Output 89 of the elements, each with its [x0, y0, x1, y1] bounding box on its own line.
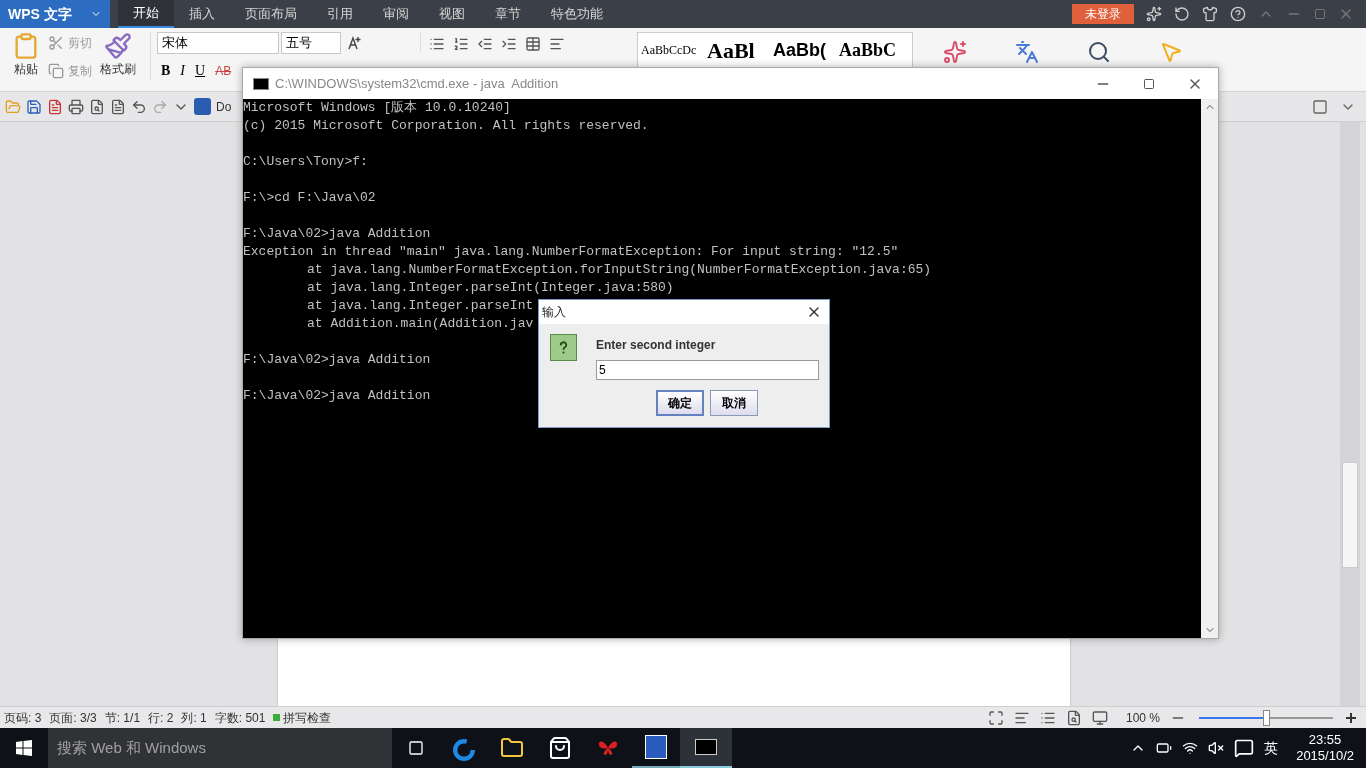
input-method[interactable]: 英 — [1264, 737, 1279, 759]
fullscreen-icon[interactable] — [987, 709, 1004, 726]
console-line: C:\Users\Tony>f: — [243, 153, 368, 171]
folder-icon[interactable] — [500, 736, 524, 760]
task-view-icon[interactable] — [406, 740, 426, 756]
prompt-label: Enter second integer — [596, 337, 717, 354]
history-icon[interactable] — [1174, 6, 1190, 22]
pdf-icon[interactable] — [47, 98, 63, 115]
ribbon-tab[interactable]: 审阅 — [368, 0, 424, 28]
ribbon-tab[interactable]: 章节 — [480, 0, 536, 28]
console-line: (c) 2015 Microsoft Corporation. All rights reserved. — [243, 117, 649, 135]
bold-button[interactable]: B — [161, 60, 171, 81]
undo-icon[interactable] — [131, 98, 147, 115]
dialog-button[interactable]: 取消 — [710, 390, 758, 416]
style-preview[interactable]: AaBl — [704, 33, 770, 67]
font-select[interactable]: 宋体 — [157, 32, 279, 54]
login-button[interactable]: 未登录 — [1072, 4, 1134, 24]
print-icon[interactable] — [68, 98, 84, 115]
style-preview[interactable]: AaBb( — [770, 36, 836, 64]
status-item: 页码: 3 — [3, 709, 43, 727]
volume-muted-icon[interactable] — [1208, 740, 1225, 756]
console-line: F:\>cd F:\Java\02 — [243, 189, 376, 207]
maximize-icon[interactable] — [1143, 77, 1155, 90]
status-item: 行: 2 — [147, 709, 175, 727]
print-preview-icon[interactable] — [89, 98, 105, 115]
shirt-icon[interactable] — [1202, 6, 1218, 22]
wifi-icon[interactable] — [1182, 740, 1199, 756]
style-preview[interactable]: AaBbCcDc — [638, 41, 704, 59]
save-icon[interactable] — [26, 98, 42, 115]
help-icon[interactable] — [1230, 6, 1246, 22]
reading-view-icon[interactable] — [1091, 709, 1108, 726]
console-line: at Addition.main(Addition.jav — [307, 315, 534, 333]
ribbon-tab[interactable]: 开始 — [118, 0, 174, 28]
find-icon[interactable] — [1087, 40, 1111, 64]
zoom-slider[interactable] — [1196, 709, 1336, 726]
indent-icon[interactable] — [501, 36, 517, 52]
console-line: at java.lang.Integer.parseInt(Integer.java:580) — [307, 279, 674, 297]
clock[interactable]: 23:55 2015/10/2 — [1296, 732, 1354, 764]
battery-icon[interactable] — [1156, 740, 1173, 756]
ribbon-tab[interactable]: 引用 — [312, 0, 368, 28]
status-item: 字数: 501 — [213, 709, 267, 727]
style-preview[interactable]: AaBbC — [836, 36, 906, 64]
ribbon-tab[interactable]: 视图 — [424, 0, 480, 28]
size-select[interactable]: 五号 — [281, 32, 341, 54]
grow-font-icon[interactable] — [347, 35, 363, 51]
notification-icon[interactable] — [1234, 738, 1255, 758]
console-line: Exception in thread "main" java.lang.NumberFormatException: For input string: "12.5" — [243, 243, 899, 261]
underline-button[interactable]: U — [195, 60, 206, 81]
paragraph-icon[interactable] — [549, 36, 565, 52]
numbered-list-icon[interactable] — [453, 36, 469, 52]
ribbon-tab[interactable]: 页面布局 — [230, 0, 312, 28]
copy-icon[interactable] — [48, 63, 64, 79]
translate-icon[interactable] — [1015, 40, 1039, 64]
store-icon[interactable] — [548, 736, 572, 760]
bullet-list-icon[interactable] — [429, 36, 445, 52]
dialog-button[interactable]: 确定 — [656, 390, 704, 416]
preview-icon[interactable] — [110, 98, 126, 115]
console-line: at java.lang.Integer.parseInt — [307, 297, 534, 315]
question-icon — [550, 334, 577, 361]
search-field[interactable]: 搜索 Web 和 Windows — [48, 728, 392, 768]
ribbon-tab[interactable]: 插入 — [174, 0, 230, 28]
console-line: at java.lang.NumberFormatException.forInputString(NumberFormatException.java:65) — [307, 261, 932, 279]
table-icon[interactable] — [525, 36, 541, 52]
zoom-level: 100 % — [1125, 709, 1160, 727]
console-line: F:\Java\02>java Addition — [243, 225, 431, 243]
window-icon[interactable] — [1312, 98, 1328, 115]
status-item: 列: 1 — [180, 709, 208, 727]
format-painter-button[interactable]: 格式刷 — [100, 60, 136, 78]
console-line: F:\Java\02>java Addition — [243, 351, 431, 369]
status-item: 节: 1/1 — [103, 709, 142, 727]
windows-logo-icon[interactable] — [16, 740, 32, 756]
window-title: C:\WINDOWS\system32\cmd.exe - java Addition — [275, 74, 559, 93]
strikethrough-button[interactable]: AB — [215, 61, 232, 80]
app-menu-button[interactable]: WPS 文字 — [0, 0, 110, 28]
console-line: Microsoft Windows [版本 10.0.10240] — [243, 99, 511, 117]
input-field[interactable]: 5 — [596, 360, 819, 380]
status-item: 页面: 3/3 — [48, 709, 98, 727]
italic-button[interactable]: I — [180, 60, 185, 81]
outdent-icon[interactable] — [477, 36, 493, 52]
web-view-icon[interactable] — [1065, 709, 1082, 726]
paste-button[interactable]: 粘贴 — [14, 60, 38, 78]
ribbon-tab[interactable]: 特色功能 — [536, 0, 618, 28]
dialog-title: 输入 — [542, 304, 566, 321]
spell-check[interactable]: 拼写检查 — [269, 708, 336, 727]
document-tab[interactable]: Do — [216, 97, 232, 116]
scissors-icon[interactable] — [48, 35, 64, 51]
console-line: F:\Java\02>java Addition — [243, 387, 431, 405]
zoom-in-icon[interactable] — [1346, 712, 1356, 723]
paintbrush-icon[interactable] — [104, 32, 132, 60]
